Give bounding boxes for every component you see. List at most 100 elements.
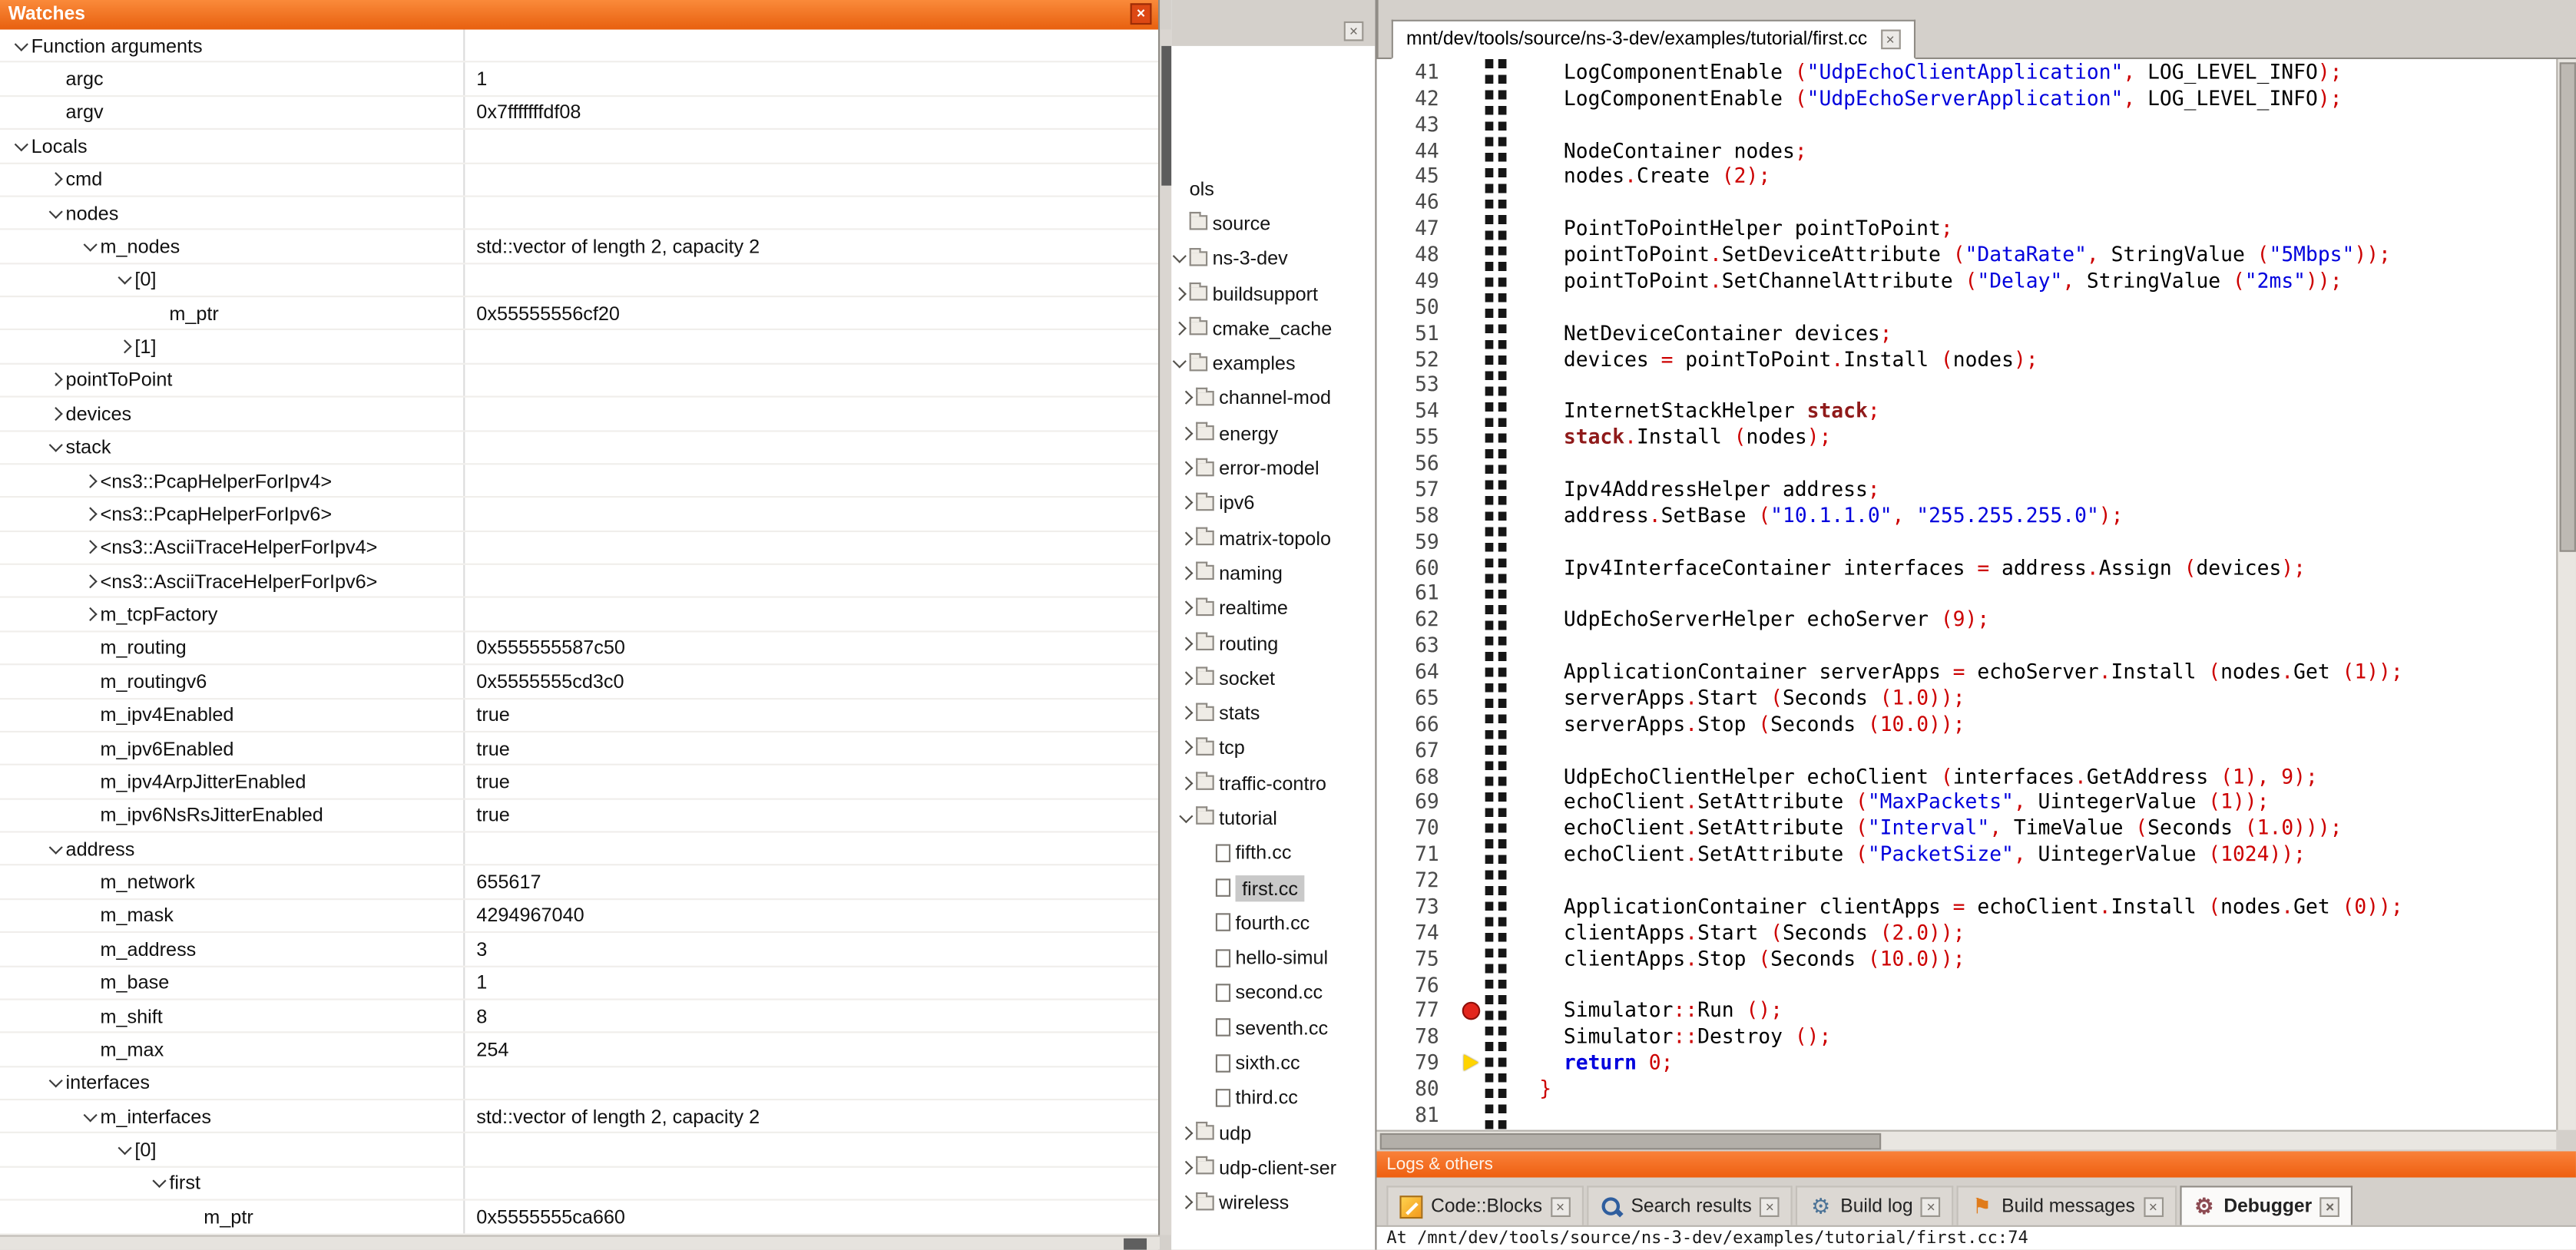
expand-arrow-icon[interactable] <box>48 170 66 190</box>
tree-item[interactable]: udp-client-ser <box>1171 1150 1375 1186</box>
tree-item[interactable]: ols <box>1171 170 1375 206</box>
logs-tab-search-results[interactable]: Search results× <box>1587 1186 1793 1225</box>
collapse-arrow-icon[interactable] <box>82 1106 101 1126</box>
watch-row[interactable]: m_max254 <box>0 1033 1158 1067</box>
tree-item[interactable]: third.cc <box>1171 1080 1375 1116</box>
tree-item[interactable]: stats <box>1171 696 1375 731</box>
watches-titlebar[interactable]: Watches × <box>0 0 1158 30</box>
watch-row[interactable]: cmd <box>0 164 1158 197</box>
close-icon[interactable]: × <box>1551 1196 1571 1216</box>
watch-row[interactable]: m_shift8 <box>0 1000 1158 1033</box>
expand-arrow-icon[interactable] <box>117 337 135 357</box>
tree-item[interactable]: naming <box>1171 556 1375 591</box>
editor-vertical-scrollbar[interactable] <box>2556 59 2576 1130</box>
tree-item[interactable]: matrix-topolo <box>1171 521 1375 556</box>
expand-arrow-icon[interactable] <box>82 537 101 557</box>
expand-arrow-icon[interactable] <box>1178 563 1197 583</box>
watch-row[interactable]: interfaces <box>0 1067 1158 1101</box>
watch-row[interactable]: argc1 <box>0 63 1158 97</box>
logs-tab-build-messages[interactable]: ⚑Build messages× <box>1957 1186 2176 1225</box>
close-icon[interactable]: × <box>1921 1196 1941 1216</box>
expand-arrow-icon[interactable] <box>82 504 101 524</box>
tree-item[interactable]: udp <box>1171 1115 1375 1150</box>
watch-row[interactable]: m_nodesstd::vector of length 2, capacity… <box>0 230 1158 264</box>
collapse-arrow-icon[interactable] <box>1171 248 1190 268</box>
logs-tab-code-blocks[interactable]: Code::Blocks× <box>1386 1186 1583 1225</box>
expand-arrow-icon[interactable] <box>82 604 101 624</box>
expand-arrow-icon[interactable] <box>1178 1192 1197 1212</box>
tree-item[interactable]: realtime <box>1171 590 1375 626</box>
expand-arrow-icon[interactable] <box>1178 738 1197 758</box>
watch-row[interactable]: first <box>0 1167 1158 1201</box>
breakpoint-icon[interactable] <box>1462 1002 1480 1020</box>
tree-item[interactable]: traffic-contro <box>1171 766 1375 801</box>
watch-row[interactable]: Locals <box>0 130 1158 164</box>
expand-arrow-icon[interactable] <box>1178 1158 1197 1178</box>
watch-row[interactable]: <ns3::PcapHelperForIpv6> <box>0 498 1158 532</box>
close-icon[interactable]: × <box>1131 3 1152 25</box>
collapse-arrow-icon[interactable] <box>117 1140 135 1160</box>
watch-row[interactable]: m_network655617 <box>0 866 1158 900</box>
expand-arrow-icon[interactable] <box>1178 598 1197 618</box>
tree-item[interactable]: fifth.cc <box>1171 835 1375 871</box>
watch-row[interactable]: <ns3::AsciiTraceHelperForIpv4> <box>0 531 1158 565</box>
collapse-arrow-icon[interactable] <box>1178 808 1197 828</box>
tree-item[interactable]: energy <box>1171 415 1375 451</box>
expand-arrow-icon[interactable] <box>48 370 66 390</box>
expand-arrow-icon[interactable] <box>1178 633 1197 653</box>
tree-item[interactable]: sixth.cc <box>1171 1045 1375 1080</box>
watch-row[interactable]: argv0x7fffffffdf08 <box>0 97 1158 131</box>
watch-row[interactable]: stack <box>0 431 1158 465</box>
expand-arrow-icon[interactable] <box>1178 773 1197 793</box>
logs-tab-debugger[interactable]: ⚙Debugger× <box>2180 1186 2353 1225</box>
tree-item[interactable]: error-model <box>1171 451 1375 486</box>
tree-item[interactable]: tutorial <box>1171 800 1375 835</box>
expand-arrow-icon[interactable] <box>1178 389 1197 408</box>
close-icon[interactable]: × <box>1760 1196 1780 1216</box>
collapse-arrow-icon[interactable] <box>117 270 135 289</box>
collapse-arrow-icon[interactable] <box>1171 353 1190 373</box>
watch-row[interactable]: <ns3::PcapHelperForIpv4> <box>0 465 1158 498</box>
tree-item[interactable]: seventh.cc <box>1171 1010 1375 1046</box>
expand-arrow-icon[interactable] <box>1178 668 1197 688</box>
watch-row[interactable]: m_base1 <box>0 967 1158 1000</box>
tree-item[interactable]: channel-mod <box>1171 381 1375 416</box>
watch-row[interactable]: m_ptr0x55555556cf20 <box>0 297 1158 331</box>
watch-row[interactable]: m_routingv60x5555555cd3c0 <box>0 666 1158 699</box>
watch-row[interactable]: m_ptr0x5555555ca660 <box>0 1201 1158 1235</box>
watch-row[interactable]: m_interfacesstd::vector of length 2, cap… <box>0 1100 1158 1134</box>
watch-row[interactable]: [1] <box>0 331 1158 365</box>
collapse-arrow-icon[interactable] <box>48 437 66 457</box>
close-icon[interactable]: × <box>2320 1196 2340 1216</box>
expand-arrow-icon[interactable] <box>1178 1123 1197 1143</box>
close-icon[interactable]: × <box>1880 30 1900 50</box>
collapse-arrow-icon[interactable] <box>82 236 101 256</box>
watch-row[interactable]: [0] <box>0 1134 1158 1168</box>
watch-row[interactable]: m_mask4294967040 <box>0 900 1158 934</box>
tree-item[interactable]: first.cc <box>1171 871 1375 906</box>
watch-row[interactable]: <ns3::AsciiTraceHelperForIpv6> <box>0 565 1158 599</box>
watch-row[interactable]: m_routing0x555555587c50 <box>0 632 1158 666</box>
watch-row[interactable]: m_address3 <box>0 933 1158 967</box>
watch-row[interactable]: Function arguments <box>0 30 1158 64</box>
watch-row[interactable]: devices <box>0 398 1158 432</box>
tree-item[interactable]: routing <box>1171 626 1375 661</box>
logs-tab-build-log[interactable]: ⚙Build log× <box>1796 1186 1955 1225</box>
tree-item[interactable]: socket <box>1171 660 1375 696</box>
expand-arrow-icon[interactable] <box>1178 458 1197 478</box>
expand-arrow-icon[interactable] <box>82 571 101 591</box>
line-marker-slot[interactable] <box>1455 1002 1485 1020</box>
line-marker-slot[interactable] <box>1455 1055 1485 1071</box>
tree-item[interactable]: tcp <box>1171 730 1375 766</box>
watch-row[interactable]: m_ipv4ArpJitterEnabledtrue <box>0 766 1158 799</box>
code-editor[interactable]: 41 LogComponentEnable ("UdpEchoClientApp… <box>1376 59 2556 1130</box>
tree-item[interactable]: cmake_cache <box>1171 311 1375 346</box>
editor-horizontal-scrollbar[interactable] <box>1376 1130 2556 1150</box>
expand-arrow-icon[interactable] <box>1178 493 1197 513</box>
expand-arrow-icon[interactable] <box>1178 528 1197 548</box>
tree-item[interactable]: source <box>1171 206 1375 241</box>
tree-item[interactable]: wireless <box>1171 1186 1375 1221</box>
watch-row[interactable]: m_ipv4Enabledtrue <box>0 699 1158 732</box>
editor-tab[interactable]: mnt/dev/tools/source/ns-3-dev/examples/t… <box>1392 20 1915 59</box>
watch-row[interactable]: pointToPoint <box>0 364 1158 398</box>
